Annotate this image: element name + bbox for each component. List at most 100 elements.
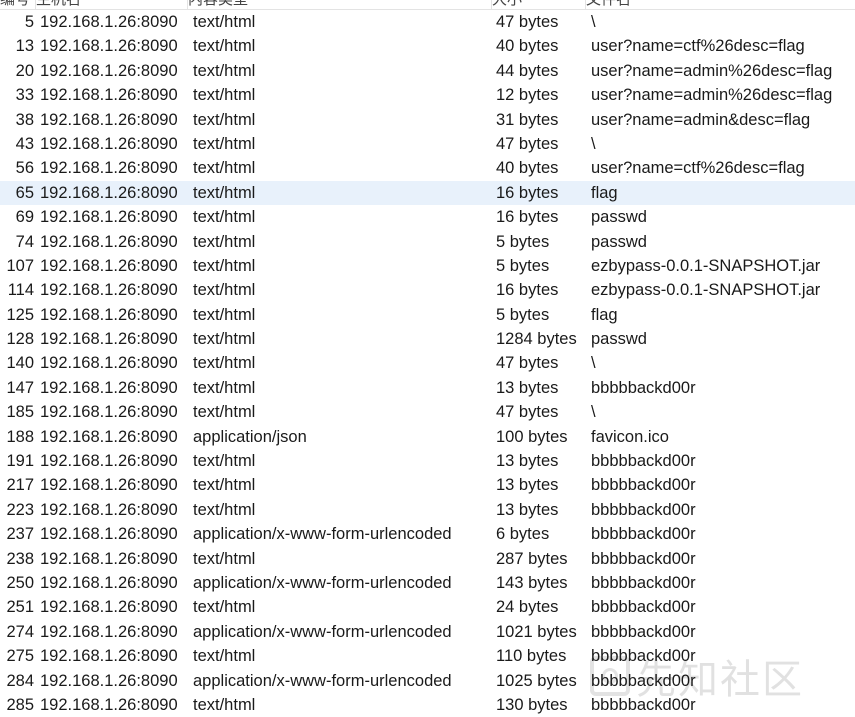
- row-host-text: 192.168.1.26:8090: [40, 256, 178, 275]
- table-row[interactable]: 56 192.168.1.26:8090 text/html 40 bytes user…: [0, 156, 855, 180]
- row-size: 5 bytes: [496, 254, 549, 278]
- row-number-text: 147: [6, 378, 34, 397]
- table-row[interactable]: 217 192.168.1.26:8090 text/html 13 bytes bbb…: [0, 473, 855, 497]
- row-number: 185: [0, 400, 34, 424]
- row-content-type: text/html: [193, 595, 255, 619]
- row-content-type: text/html: [193, 473, 255, 497]
- row-filename-text: user?name=admin%26desc=flag: [591, 86, 833, 105]
- row-number-text: 185: [6, 403, 34, 422]
- table-row[interactable]: 33 192.168.1.26:8090 text/html 12 bytes user…: [0, 83, 855, 107]
- row-number: 13: [0, 34, 34, 58]
- table-row[interactable]: 38 192.168.1.26:8090 text/html 31 bytes user…: [0, 108, 855, 132]
- row-filename-text: user?name=ctf%26desc=flag: [591, 37, 805, 56]
- row-filename-text: \: [591, 354, 596, 373]
- row-size-text: 47 bytes: [496, 134, 559, 153]
- table-row[interactable]: 223 192.168.1.26:8090 text/html 13 bytes bbb…: [0, 498, 855, 522]
- row-number: 250: [0, 571, 34, 595]
- row-size-text: 6 bytes: [496, 525, 550, 544]
- table-row[interactable]: 125 192.168.1.26:8090 text/html 5 bytes flag: [0, 303, 855, 327]
- row-size-text: 5 bytes: [496, 305, 550, 324]
- row-host: 192.168.1.26:8090: [40, 522, 178, 546]
- table-row[interactable]: 128 192.168.1.26:8090 text/html 1284 bytes p…: [0, 327, 855, 351]
- row-content-type-text: text/html: [193, 452, 256, 471]
- row-filename: bbbbbackd00r: [591, 595, 696, 619]
- row-content-type: text/html: [193, 303, 255, 327]
- row-number: 33: [0, 83, 34, 107]
- column-header-size[interactable]: 大小: [492, 0, 586, 9]
- row-number-text: 250: [6, 573, 34, 592]
- row-content-type: text/html: [193, 327, 255, 351]
- table-row[interactable]: 274 192.168.1.26:8090 application/x-www-fo…: [0, 620, 855, 644]
- row-number-text: 251: [6, 598, 34, 617]
- row-filename: \: [591, 132, 596, 156]
- row-host: 192.168.1.26:8090: [40, 254, 178, 278]
- table-row[interactable]: 114 192.168.1.26:8090 text/html 16 bytes ezb…: [0, 278, 855, 302]
- table-row[interactable]: 65 192.168.1.26:8090 text/html 16 bytes flag: [0, 180, 855, 206]
- row-host: 192.168.1.26:8090: [40, 303, 178, 327]
- table-row[interactable]: 147 192.168.1.26:8090 text/html 13 bytes bbb…: [0, 376, 855, 400]
- row-number: 275: [0, 644, 34, 668]
- table-row[interactable]: 13 192.168.1.26:8090 text/html 40 bytes user…: [0, 34, 855, 58]
- row-filename-text: bbbbbackd00r: [591, 647, 696, 666]
- row-size: 130 bytes: [496, 693, 568, 717]
- table-row[interactable]: 251 192.168.1.26:8090 text/html 24 bytes bbb…: [0, 595, 855, 619]
- row-content-type-text: application/x-www-form-urlencoded: [193, 622, 452, 641]
- table-row[interactable]: 191 192.168.1.26:8090 text/html 13 bytes bbb…: [0, 449, 855, 473]
- row-content-type-text: text/html: [193, 330, 256, 349]
- row-host: 192.168.1.26:8090: [40, 10, 178, 34]
- row-number-text: 217: [6, 476, 34, 495]
- table-row[interactable]: 185 192.168.1.26:8090 text/html 47 bytes \: [0, 400, 855, 424]
- row-number: 43: [0, 132, 34, 156]
- table-row[interactable]: 140 192.168.1.26:8090 text/html 47 bytes \: [0, 351, 855, 375]
- row-host-text: 192.168.1.26:8090: [40, 452, 178, 471]
- row-content-type-text: application/x-www-form-urlencoded: [193, 671, 452, 690]
- row-content-type-text: application/x-www-form-urlencoded: [193, 525, 452, 544]
- column-header-number[interactable]: 编号: [0, 0, 36, 9]
- row-host-text: 192.168.1.26:8090: [40, 695, 178, 714]
- row-filename: bbbbbackd00r: [591, 669, 696, 693]
- table-row[interactable]: 43 192.168.1.26:8090 text/html 47 bytes \: [0, 132, 855, 156]
- row-content-type: text/html: [193, 156, 255, 180]
- table-row[interactable]: 107 192.168.1.26:8090 text/html 5 bytes ezby…: [0, 254, 855, 278]
- table-row[interactable]: 237 192.168.1.26:8090 application/x-www-fo…: [0, 522, 855, 546]
- table-row[interactable]: 238 192.168.1.26:8090 text/html 287 bytes bb…: [0, 547, 855, 571]
- table-row[interactable]: 285 192.168.1.26:8090 text/html 130 bytes bb…: [0, 693, 855, 717]
- table-row[interactable]: 5 192.168.1.26:8090 text/html 47 bytes \: [0, 10, 855, 34]
- row-number-text: 284: [6, 671, 34, 690]
- row-content-type: text/html: [193, 181, 255, 205]
- row-content-type-text: text/html: [193, 208, 256, 227]
- table-row[interactable]: 250 192.168.1.26:8090 application/x-www-fo…: [0, 571, 855, 595]
- row-host-text: 192.168.1.26:8090: [40, 378, 178, 397]
- row-number-text: 13: [15, 37, 34, 56]
- row-number-text: 20: [15, 61, 34, 80]
- row-content-type: application/x-www-form-urlencoded: [193, 571, 452, 595]
- row-host-text: 192.168.1.26:8090: [40, 232, 178, 251]
- table-row[interactable]: 284 192.168.1.26:8090 application/x-www-fo…: [0, 669, 855, 693]
- row-filename-text: \: [591, 134, 596, 153]
- row-size-text: 31 bytes: [496, 110, 559, 129]
- row-host-text: 192.168.1.26:8090: [40, 500, 178, 519]
- table-header: 编号 主机名 内容类型 大小 文件名: [0, 0, 855, 10]
- row-size-text: 130 bytes: [496, 695, 568, 714]
- column-header-filename[interactable]: 文件名: [586, 0, 855, 9]
- table-row[interactable]: 74 192.168.1.26:8090 text/html 5 bytes passw…: [0, 230, 855, 254]
- column-header-content-type[interactable]: 内容类型: [188, 0, 492, 9]
- row-size: 13 bytes: [496, 473, 558, 497]
- row-content-type: text/html: [193, 34, 255, 58]
- row-content-type: text/html: [193, 400, 255, 424]
- row-host: 192.168.1.26:8090: [40, 595, 178, 619]
- column-header-host[interactable]: 主机名: [36, 0, 188, 9]
- row-size-text: 47 bytes: [496, 403, 559, 422]
- row-size-text: 100 bytes: [496, 427, 568, 446]
- row-content-type: text/html: [193, 547, 255, 571]
- row-filename-text: bbbbbackd00r: [591, 695, 696, 714]
- row-filename: user?name=ctf%26desc=flag: [591, 156, 805, 180]
- row-filename-text: flag: [591, 183, 618, 202]
- table-row[interactable]: 188 192.168.1.26:8090 application/json 100 …: [0, 425, 855, 449]
- table-row[interactable]: 275 192.168.1.26:8090 text/html 110 bytes bb…: [0, 644, 855, 668]
- table-row[interactable]: 20 192.168.1.26:8090 text/html 44 bytes user…: [0, 59, 855, 83]
- row-size: 16 bytes: [496, 278, 558, 302]
- row-filename-text: passwd: [591, 330, 647, 349]
- row-host: 192.168.1.26:8090: [40, 181, 178, 205]
- table-row[interactable]: 69 192.168.1.26:8090 text/html 16 bytes pass…: [0, 205, 855, 229]
